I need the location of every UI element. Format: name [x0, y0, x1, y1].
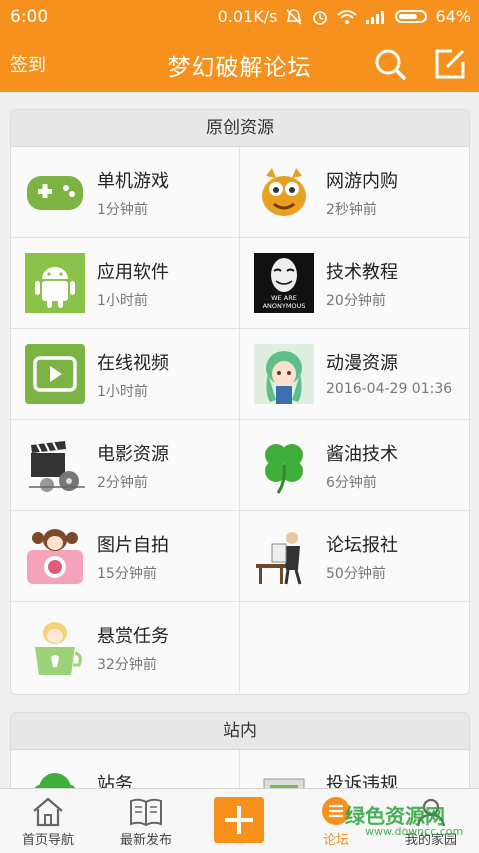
watermark-url: www.downcc.com — [365, 825, 464, 838]
forum-item[interactable]: 在线视频 1小时前 — [11, 329, 240, 420]
mute-icon — [286, 8, 303, 25]
video-play-icon — [25, 344, 85, 404]
network-speed: 0.01K/s — [217, 7, 278, 26]
forum-time: 2秒钟前 — [326, 202, 377, 218]
forum-item[interactable]: 论坛报社 50分钟前 — [240, 511, 469, 602]
forum-item[interactable]: 网游内购 2秒钟前 — [240, 147, 469, 238]
post-plus-button[interactable] — [214, 797, 264, 843]
empty-cell — [240, 602, 469, 693]
tab-label: 首页导航 — [21, 833, 74, 848]
forum-time: 1小时前 — [97, 293, 148, 309]
forum-name: 酱油技术 — [326, 444, 398, 465]
forum-name: 应用软件 — [97, 262, 169, 283]
camera-girl-icon — [27, 529, 83, 584]
forum-time: 1小时前 — [97, 384, 148, 400]
forum-item[interactable]: 图片自拍 15分钟前 — [11, 511, 240, 602]
forum-name: 网游内购 — [326, 171, 398, 192]
clover-icon — [265, 444, 303, 494]
newspaper-reader-icon — [256, 532, 302, 585]
forum-time: 15分钟前 — [97, 566, 157, 582]
wifi-icon — [337, 9, 358, 24]
forum-time: 32分钟前 — [97, 657, 157, 673]
svg-text:ANONYMOUS: ANONYMOUS — [263, 302, 306, 310]
tab-label: 最新发布 — [119, 833, 172, 848]
forum-name: 在线视频 — [97, 353, 169, 374]
battery-percent: 64% — [435, 7, 471, 26]
forum-name: 技术教程 — [326, 262, 398, 283]
tab-latest[interactable]: 最新发布 — [98, 789, 194, 853]
home-icon — [33, 797, 63, 827]
forum-item[interactable]: 动漫资源 2016-04-29 01:36 — [240, 329, 469, 420]
search-icon[interactable] — [372, 46, 408, 82]
forum-time: 50分钟前 — [326, 566, 386, 582]
status-bar: 6:00 0.01K/s 64% — [0, 0, 479, 34]
svg-text:WE ARE: WE ARE — [271, 294, 297, 302]
forum-name: 论坛报社 — [326, 535, 398, 556]
forum-name: 图片自拍 — [97, 535, 169, 556]
forum-time: 6分钟前 — [326, 475, 377, 491]
android-icon — [25, 253, 85, 313]
anime-girl-icon — [254, 344, 314, 404]
section-title: 原创资源 — [11, 110, 469, 147]
alarm-icon — [313, 10, 328, 25]
film-clapper-icon — [29, 441, 85, 492]
forum-name: 单机游戏 — [97, 171, 169, 192]
forum-item[interactable]: 电影资源 2分钟前 — [11, 420, 240, 511]
tab-home[interactable]: 首页导航 — [0, 789, 96, 853]
forum-time: 2分钟前 — [97, 475, 148, 491]
section-title: 站内 — [11, 713, 469, 750]
plus-icon — [225, 806, 253, 834]
app-header: 签到 梦幻破解论坛 — [0, 34, 479, 92]
forum-item[interactable]: 悬赏任务 32分钟前 — [11, 602, 240, 693]
forum-name: 动漫资源 — [326, 353, 398, 374]
forum-time: 2016-04-29 01:36 — [326, 381, 453, 397]
forum-name: 悬赏任务 — [97, 626, 169, 647]
status-time: 6:00 — [10, 7, 49, 27]
book-icon — [130, 798, 162, 827]
status-right: 0.01K/s 64% — [218, 7, 471, 26]
battery-icon — [395, 10, 428, 23]
forum-time: 20分钟前 — [326, 293, 386, 309]
compose-icon[interactable] — [432, 46, 468, 82]
gamepad-icon — [27, 176, 83, 210]
forum-item[interactable]: 应用软件 1小时前 — [11, 238, 240, 329]
forum-item[interactable]: 酱油技术 6分钟前 — [240, 420, 469, 511]
forum-item[interactable]: 单机游戏 1分钟前 — [11, 147, 240, 238]
section-original-resources: 原创资源 单机游戏 1分钟前 网游内购 2秒钟前 应用软件 1小时前 WE AR… — [10, 109, 470, 695]
forum-time: 1分钟前 — [97, 202, 148, 218]
forum-name: 电影资源 — [97, 444, 169, 465]
signal-icon — [366, 10, 385, 24]
reward-cup-icon — [35, 622, 82, 675]
cartoon-monster-icon — [262, 168, 306, 216]
forum-item[interactable]: WE ARE ANONYMOUS 技术教程 20分钟前 — [240, 238, 469, 329]
anonymous-mask-icon: WE AREANONYMOUS — [254, 253, 314, 313]
